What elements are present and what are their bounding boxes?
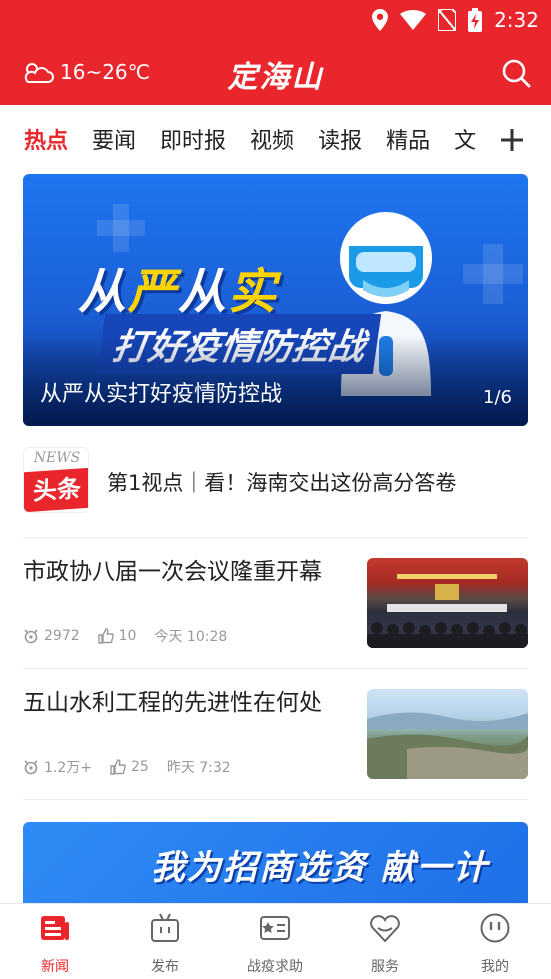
banner-counter: 1/6 — [483, 387, 512, 408]
headline-badge-icon: NEWS 头条 — [23, 447, 89, 513]
tab-instant[interactable]: 即时报 — [160, 123, 226, 155]
views-icon — [24, 629, 38, 644]
nav-label: 新闻 — [41, 959, 69, 975]
tab-video[interactable]: 视频 — [250, 123, 294, 155]
nav-label: 服务 — [371, 959, 399, 975]
category-tabs: 热点 要闻 即时报 视频 读报 精品文 — [0, 105, 551, 171]
top-header: 2:32 16~26℃ 定海山 — [0, 0, 551, 105]
publish-time: 今天 10:28 — [154, 629, 228, 645]
nav-label: 战疫求助 — [247, 959, 303, 975]
news-meta: 1.2万+ 25 昨天 7:32 — [23, 757, 249, 777]
app-logo: 定海山 — [227, 60, 324, 95]
tab-newspaper[interactable]: 读报 — [318, 123, 362, 155]
divider — [23, 799, 528, 800]
location-icon — [372, 9, 389, 31]
battery-charging-icon — [468, 8, 483, 32]
top-news-row[interactable]: NEWS 头条 第1视点｜看！海南交出这份高分答卷 — [23, 447, 528, 517]
wifi-icon — [400, 10, 427, 30]
news-title: 五山水利工程的先进性在何处 — [23, 690, 322, 716]
status-bar: 2:32 — [0, 0, 551, 40]
tab-featured[interactable]: 精品 — [386, 123, 430, 155]
headline-text: 第1视点｜看！海南交出这份高分答卷 — [107, 471, 457, 495]
decor-cross — [463, 264, 523, 284]
news-icon — [41, 916, 69, 940]
news-item[interactable]: 五山水利工程的先进性在何处 1.2万+ 25 昨天 7:32 — [23, 689, 528, 781]
divider — [23, 668, 528, 669]
news-item[interactable]: 市政协八届一次会议隆重开幕 2972 10 今天 10:28 — [23, 558, 528, 650]
tab-important[interactable]: 要闻 — [92, 123, 136, 155]
nav-news[interactable]: 新闻 — [0, 912, 110, 976]
banner-caption: 从严从实打好疫情防控战 — [40, 382, 283, 407]
like-icon — [110, 759, 126, 775]
service-heart-icon — [370, 915, 400, 943]
profile-face-icon — [480, 913, 510, 943]
app-bar: 16~26℃ 定海山 — [0, 40, 551, 105]
view-count: 2972 — [44, 628, 80, 644]
banner-headline: 从严从实 — [78, 264, 279, 320]
news-thumbnail — [367, 558, 528, 648]
like-icon — [97, 628, 114, 644]
help-card-icon — [260, 916, 290, 940]
nav-label: 发布 — [151, 959, 179, 975]
news-meta: 2972 10 今天 10:28 — [23, 626, 245, 646]
views-icon — [24, 760, 38, 775]
news-title: 市政协八届一次会议隆重开幕 — [23, 559, 322, 585]
carousel-banner[interactable]: 从严从实 打好疫情防控战 从严从实打好疫情防控战 1/6 — [23, 174, 528, 426]
like-count: 25 — [131, 759, 149, 775]
status-time: 2:32 — [494, 8, 539, 32]
bottom-nav: 新闻 发布 战疫求助 服务 我的 — [0, 903, 551, 979]
promo-text: 我为招商选资 献一计 — [151, 848, 489, 888]
no-sim-icon — [438, 9, 457, 31]
tv-icon — [151, 913, 179, 942]
tab-list: 热点 要闻 即时报 视频 读报 精品文 — [24, 123, 494, 157]
publish-time: 昨天 7:32 — [166, 760, 231, 776]
nav-profile[interactable]: 我的 — [440, 912, 550, 976]
like-count: 10 — [118, 628, 137, 644]
promo-banner[interactable]: 我为招商选资 献一计 — [23, 822, 528, 904]
tab-hot[interactable]: 热点 — [24, 123, 68, 155]
decor-cross — [97, 220, 145, 236]
add-channel-icon[interactable] — [499, 127, 525, 153]
nav-epidemic-help[interactable]: 战疫求助 — [220, 912, 330, 976]
nav-publish[interactable]: 发布 — [110, 912, 220, 976]
status-icons: 2:32 — [372, 8, 539, 32]
divider — [23, 537, 528, 538]
view-count: 1.2万+ — [44, 760, 92, 776]
nav-service[interactable]: 服务 — [330, 912, 440, 976]
nav-label: 我的 — [481, 959, 509, 975]
search-icon[interactable] — [501, 58, 531, 88]
news-thumbnail — [367, 689, 528, 779]
